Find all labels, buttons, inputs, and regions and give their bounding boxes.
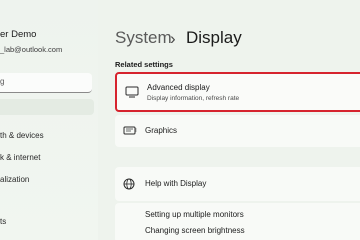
- help-link-multiple-monitors[interactable]: Setting up multiple monitors: [145, 210, 244, 219]
- sidebar-item-bluetooth-devices[interactable]: th & devices: [0, 131, 44, 140]
- main-content: System › Display Related settings Advanc…: [98, 0, 360, 240]
- sidebar-item-network-internet[interactable]: k & internet: [0, 153, 40, 162]
- sidebar-item-accounts[interactable]: ts: [0, 217, 6, 226]
- help-with-display-label: Help with Display: [145, 179, 207, 188]
- globe-icon: [123, 178, 135, 190]
- user-email: _lab@outlook.com: [0, 45, 63, 54]
- advanced-display-description: Display information, refresh rate: [147, 95, 240, 102]
- graphics-icon: [123, 126, 137, 135]
- related-settings-heading: Related settings: [115, 60, 173, 69]
- help-with-display-card[interactable]: Help with Display: [115, 167, 360, 201]
- advanced-display-card[interactable]: Advanced display Display information, re…: [115, 72, 360, 112]
- graphics-label: Graphics: [145, 126, 178, 135]
- page-title: Display: [186, 28, 242, 47]
- breadcrumb-system[interactable]: System: [115, 28, 172, 48]
- graphics-card[interactable]: Graphics: [115, 115, 360, 147]
- search-input[interactable]: g: [0, 73, 92, 93]
- help-link-screen-brightness[interactable]: Changing screen brightness: [145, 226, 245, 235]
- sidebar-item-personalization[interactable]: alization: [0, 175, 29, 184]
- sidebar-item-system[interactable]: [0, 99, 94, 115]
- advanced-display-label: Advanced display: [147, 83, 210, 92]
- user-name: er Demo: [0, 29, 37, 40]
- help-links-panel: Setting up multiple monitors Changing sc…: [115, 203, 360, 240]
- monitor-icon: [125, 86, 139, 98]
- breadcrumb-separator: ›: [170, 29, 176, 48]
- sidebar: er Demo _lab@outlook.com g th & devices …: [0, 0, 98, 240]
